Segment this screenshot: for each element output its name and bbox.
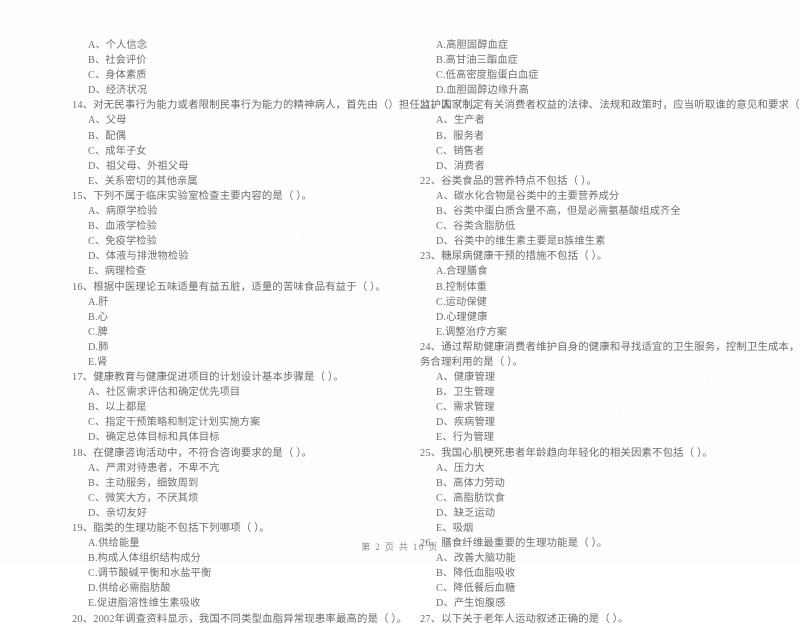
option-line: E、行为管理 <box>436 432 495 444</box>
question-14: 14、对无民事行为能力或者限制民事行为能力的精神病人，首先由（）担任监护人（ ）… <box>72 98 481 189</box>
question-stem: 21、国家制定有关消费者权益的法律、法规和政策时，应当听取谁的意见和要求（ ）。 <box>420 100 800 112</box>
option-line: C、指定干预策略和制定计划实施方案 <box>88 417 261 429</box>
question-stem-continuation: 务合理利用的是（ ）。 <box>420 356 523 368</box>
question-19: 19、脂类的生理功能不包括下列哪项（ ）。 A.供给能量 B.构成人体组织结构成… <box>72 521 386 612</box>
option-line: C、成年子女 <box>88 145 147 157</box>
option-line: C、免疫学检验 <box>88 236 157 248</box>
question-18: 18、在健康咨询活动中，不符合咨询要求的是（ ）。 A、严肃对待患者，不卑不亢 … <box>72 446 386 521</box>
option-line: C、谷类含脂肪低 <box>436 221 516 233</box>
option-line: B.心 <box>88 311 108 323</box>
left-orphan-options: A、个人信念 B、社会评价 C、身体素质 D、经济状况 <box>72 38 386 98</box>
exam-page: A、个人信念 B、社会评价 C、身体素质 D、经济状况 14、对无民事行为能力或… <box>0 0 800 625</box>
question-24: 24、通过帮助健康消费者维护自身的健康和寻找适宜的卫生服务，控制卫生成本，促进卫… <box>420 340 800 446</box>
option-line: A.合理膳食 <box>436 266 488 278</box>
option-line: E.调整治疗方案 <box>436 326 508 338</box>
question-stem: 16、根据中医理论五味适量有益五脏，适量的苦味食品有益于（ ）。 <box>72 281 386 293</box>
question-stem: 23、糖尿病健康干预的措施不包括（ ）。 <box>420 251 608 263</box>
option-line: E.促进脂溶性维生素吸收 <box>88 598 201 610</box>
option-line: D、疾病管理 <box>436 417 496 429</box>
option-line: D、祖父母、外祖父母 <box>88 160 189 172</box>
option-line: A、病原学检验 <box>88 206 158 218</box>
option-line: A、碳水化合物是谷类中的主要营养成分 <box>436 190 620 202</box>
option-line: C、销售者 <box>436 145 485 157</box>
two-column-body: A、个人信念 B、社会评价 C、身体素质 D、经济状况 14、对无民事行为能力或… <box>0 38 800 627</box>
option-line: B、配偶 <box>88 130 126 142</box>
option-line: A、生产者 <box>436 115 485 127</box>
option-line: B、血液学检验 <box>88 221 157 233</box>
question-25: 25、我国心肌梗死患者年龄趋向年轻化的相关因素不包括（ ）。 A、压力大 B、高… <box>420 446 766 537</box>
option-line: D、消费者 <box>436 160 485 172</box>
question-stem: 14、对无民事行为能力或者限制民事行为能力的精神病人，首先由（）担任监护人（ ）… <box>72 100 481 112</box>
option-line: B、以上都是 <box>88 402 147 414</box>
option-line: C.低高密度脂蛋白血症 <box>436 70 539 82</box>
option-line: D、缺乏运动 <box>436 507 496 519</box>
question-22: 22、谷类食品的营养特点不包括（ ）。 A、碳水化合物是谷类中的主要营养成分 B… <box>420 174 766 249</box>
option-line: C、高脂肪饮食 <box>436 492 505 504</box>
option-line: E、病理检查 <box>88 266 147 278</box>
left-column: A、个人信念 B、社会评价 C、身体素质 D、经济状况 14、对无民事行为能力或… <box>0 38 481 627</box>
option-line: B.高甘油三酯血症 <box>436 55 519 67</box>
option-line: C、微笑大方，不厌其烦 <box>88 492 199 504</box>
question-stem: 15、下列不属于临床实验室检查主要内容的是（ ）。 <box>72 190 313 202</box>
option-line: C.调节酸碱平衡和水盐平衡 <box>88 568 212 580</box>
option-line: B、卫生管理 <box>436 387 495 399</box>
option-line: B、主动服务，细致周到 <box>88 477 199 489</box>
page-footer: 第 2 页 共 10 页 <box>361 542 439 552</box>
option-line: E、关系密切的其他亲属 <box>88 175 198 187</box>
right-orphan-options: A.高胆固醇血症 B.高甘油三酯血症 C.低高密度脂蛋白血症 D.血胆固醇边缘升… <box>420 38 766 98</box>
option-line: B、社会评价 <box>88 55 147 67</box>
option-line: B.构成人体组织结构成分 <box>88 553 202 565</box>
question-23: 23、糖尿病健康干预的措施不包括（ ）。 A.合理膳食 B.控制体重 C.运动保… <box>420 249 766 340</box>
option-line: C、降低餐后血糖 <box>436 583 516 595</box>
question-16: 16、根据中医理论五味适量有益五脏，适量的苦味食品有益于（ ）。 A.肝 B.心… <box>72 280 386 371</box>
option-line: A、个人信念 <box>88 40 148 51</box>
option-line: D.肺 <box>88 341 109 353</box>
option-line: D.血胆固醇边缘升高 <box>436 85 529 97</box>
option-line: A、父母 <box>88 115 127 127</box>
right-column: A.高胆固醇血症 B.高甘油三酯血症 C.低高密度脂蛋白血症 D.血胆固醇边缘升… <box>400 38 800 627</box>
option-line: E、吸烟 <box>436 523 474 534</box>
option-line: B.控制体重 <box>436 281 487 293</box>
option-line: B、高体力劳动 <box>436 477 505 489</box>
option-line: B、服务者 <box>436 130 485 142</box>
question-stem: 17、健康教育与健康促进项目的计划设计基本步骤是（ ）。 <box>72 372 344 384</box>
option-line: D、体液与排泄物检验 <box>88 251 189 263</box>
question-15: 15、下列不属于临床实验室检查主要内容的是（ ）。 A、病原学检验 B、血液学检… <box>72 189 386 280</box>
question-20: 20、2002年调查资料显示，我国不同类型血脂异常现患率最高的是（ ）。 <box>72 612 408 627</box>
question-27: 27、以下关于老年人运动叙述正确的是（ ）。 <box>420 612 766 627</box>
option-line: C.脾 <box>88 326 108 338</box>
option-line: D.心理健康 <box>436 311 488 323</box>
question-stem: 22、谷类食品的营养特点不包括（ ）。 <box>420 175 597 187</box>
option-line: D、亲切友好 <box>88 507 148 519</box>
option-line: B、谷类中蛋白质含量不高，但是必需氨基酸组成齐全 <box>436 206 681 218</box>
option-line: D、产生饱腹感 <box>436 598 506 610</box>
option-line: A、社区需求评估和确定优先项目 <box>88 387 241 399</box>
question-stem: 19、脂类的生理功能不包括下列哪项（ ）。 <box>72 523 270 534</box>
option-line: A、严肃对待患者，不卑不亢 <box>88 462 220 474</box>
question-21: 21、国家制定有关消费者权益的法律、法规和政策时，应当听取谁的意见和要求（ ）。… <box>420 98 800 173</box>
option-line: E.肾 <box>88 356 108 368</box>
option-line: A、健康管理 <box>436 372 496 384</box>
question-stem: 20、2002年调查资料显示，我国不同类型血脂异常现患率最高的是（ ）。 <box>72 613 408 625</box>
question-stem: 27、以下关于老年人运动叙述正确的是（ ）。 <box>420 613 629 625</box>
option-line: D.供给必需脂肪酸 <box>88 583 171 595</box>
option-line: C、身体素质 <box>88 70 147 82</box>
option-line: B、降低血脂吸收 <box>436 568 516 580</box>
option-line: D、确定总体目标和具体目标 <box>88 432 220 444</box>
option-line: D、谷类中的维生素主要是B族维生素 <box>436 236 606 248</box>
option-line: C、需求管理 <box>436 402 495 414</box>
question-stem: 24、通过帮助健康消费者维护自身的健康和寻找适宜的卫生服务，控制卫生成本，促进卫… <box>420 341 800 353</box>
option-line: A.肝 <box>88 296 109 308</box>
option-line: A、改善大脑功能 <box>436 553 516 565</box>
option-line: A、压力大 <box>436 462 485 474</box>
question-17: 17、健康教育与健康促进项目的计划设计基本步骤是（ ）。 A、社区需求评估和确定… <box>72 370 386 445</box>
question-stem: 25、我国心肌梗死患者年龄趋向年轻化的相关因素不包括（ ）。 <box>420 447 713 459</box>
option-line: A.高胆固醇血症 <box>436 40 509 51</box>
option-line: C.运动保健 <box>436 296 487 308</box>
option-line: D、经济状况 <box>88 85 148 97</box>
question-stem: 18、在健康咨询活动中，不符合咨询要求的是（ ）。 <box>72 447 313 459</box>
